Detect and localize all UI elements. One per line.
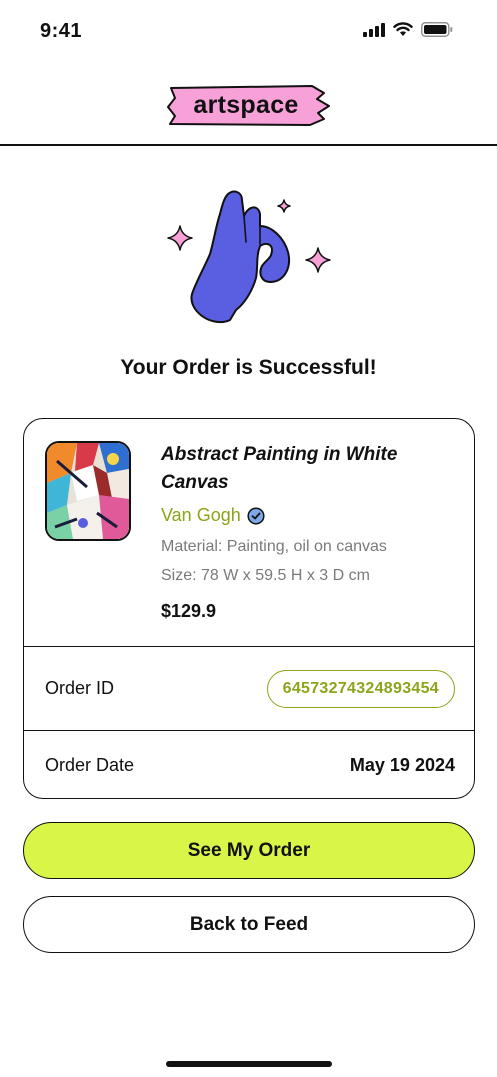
status-time: 9:41 — [40, 20, 83, 42]
order-date-value: May 19 2024 — [349, 755, 455, 775]
success-illustration — [160, 186, 340, 336]
app-header: artspace — [0, 64, 497, 146]
back-to-feed-button[interactable]: Back to Feed — [23, 896, 475, 953]
verified-badge-icon — [247, 506, 265, 525]
order-id-label: Order ID — [45, 678, 115, 698]
product-size: Size: 78 W x 59.5 H x 3 D cm — [161, 567, 370, 584]
artist-name[interactable]: Van Gogh — [161, 505, 241, 526]
artspace-logo[interactable]: artspace — [166, 82, 332, 128]
sparkle-icon — [277, 199, 291, 213]
artwork-thumbnail[interactable] — [45, 441, 131, 541]
product-title[interactable]: Abstract Painting in White Canvas — [161, 441, 441, 497]
order-id-badge[interactable]: 64573274324893454 — [266, 669, 455, 708]
status-icons — [363, 22, 453, 37]
sparkle-icon — [305, 247, 331, 273]
battery-icon — [421, 22, 453, 37]
product-material: Material: Painting, oil on canvas — [161, 538, 387, 555]
success-title: Your Order is Successful! — [120, 356, 377, 379]
see-my-order-button[interactable]: See My Order — [23, 822, 475, 879]
order-id-row: Order ID 64573274324893454 — [24, 647, 474, 731]
wifi-icon — [393, 22, 413, 36]
home-indicator[interactable] — [166, 1061, 332, 1067]
logo-text: artspace — [193, 90, 299, 119]
status-bar: 9:41 — [0, 0, 497, 64]
order-summary-card: Abstract Painting in White Canvas Van Go… — [23, 418, 475, 799]
order-date-label: Order Date — [45, 755, 135, 775]
ok-hand-icon — [167, 190, 331, 324]
order-date-row: Order Date May 19 2024 — [24, 731, 474, 798]
abstract-painting-image — [47, 443, 129, 539]
product-price: $129.9 — [161, 601, 217, 621]
signal-icon — [363, 22, 385, 37]
sparkle-icon — [167, 225, 193, 251]
product-summary[interactable]: Abstract Painting in White Canvas Van Go… — [24, 419, 474, 647]
artist-row[interactable]: Van Gogh — [161, 505, 265, 526]
